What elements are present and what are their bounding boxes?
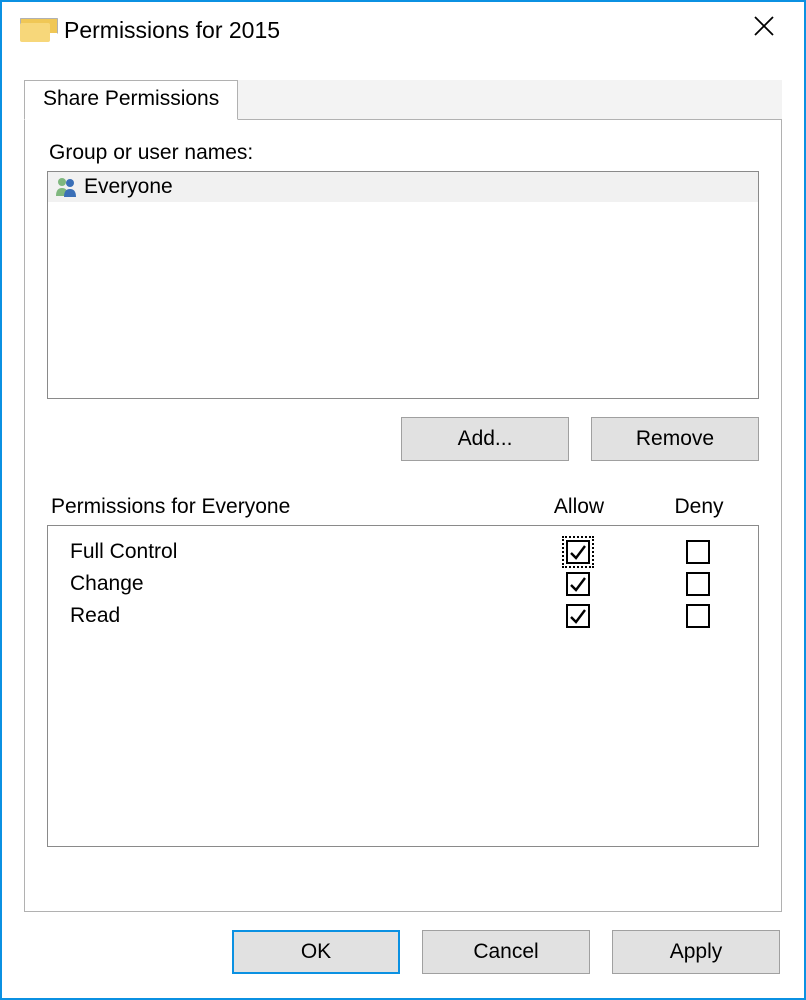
allow-checkbox[interactable] [566, 540, 590, 564]
add-button[interactable]: Add... [401, 417, 569, 461]
ok-button[interactable]: OK [232, 930, 400, 974]
group-listbox[interactable]: Everyone [47, 171, 759, 399]
apply-button[interactable]: Apply [612, 930, 780, 974]
permission-row: Change [48, 568, 758, 600]
permissions-dialog: Permissions for 2015 Share Permissions G… [0, 0, 806, 1000]
dialog-footer: OK Cancel Apply [2, 912, 804, 998]
permission-deny-cell [638, 604, 758, 628]
tab-label: Share Permissions [43, 87, 219, 110]
close-icon [753, 15, 775, 37]
group-buttons-row: Add... Remove [47, 417, 759, 461]
tab-strip-fill [238, 80, 782, 120]
permissions-header-row: Permissions for Everyone Allow Deny [47, 495, 759, 519]
tab-panel: Group or user names: Everyone Add [24, 119, 782, 912]
permission-allow-cell [518, 540, 638, 564]
allow-checkbox[interactable] [566, 604, 590, 628]
permission-row: Full Control [48, 536, 758, 568]
permissions-header-allow: Allow [519, 495, 639, 519]
group-section-label: Group or user names: [47, 141, 759, 165]
permission-name: Change [48, 572, 518, 596]
permission-name: Read [48, 604, 518, 628]
deny-checkbox[interactable] [686, 540, 710, 564]
permission-allow-cell [518, 604, 638, 628]
permissions-header-deny: Deny [639, 495, 759, 519]
deny-checkbox[interactable] [686, 604, 710, 628]
permission-deny-cell [638, 540, 758, 564]
titlebar: Permissions for 2015 [2, 2, 804, 58]
list-item[interactable]: Everyone [48, 172, 758, 202]
allow-checkbox[interactable] [566, 572, 590, 596]
permissions-header-name: Permissions for Everyone [47, 495, 519, 519]
cancel-button[interactable]: Cancel [422, 930, 590, 974]
deny-checkbox[interactable] [686, 572, 710, 596]
permission-allow-cell [518, 572, 638, 596]
tab-share-permissions[interactable]: Share Permissions [24, 80, 238, 120]
tab-strip: Share Permissions [24, 80, 782, 120]
users-icon [54, 176, 78, 198]
permissions-table: Full Control Change Read [47, 525, 759, 847]
permission-deny-cell [638, 572, 758, 596]
folder-icon [20, 18, 50, 42]
permission-row: Read [48, 600, 758, 632]
permission-name: Full Control [48, 540, 518, 564]
window-title: Permissions for 2015 [64, 17, 280, 44]
close-button[interactable] [734, 6, 794, 46]
client-area: Share Permissions Group or user names: [2, 58, 804, 912]
remove-button[interactable]: Remove [591, 417, 759, 461]
list-item-label: Everyone [84, 175, 173, 199]
